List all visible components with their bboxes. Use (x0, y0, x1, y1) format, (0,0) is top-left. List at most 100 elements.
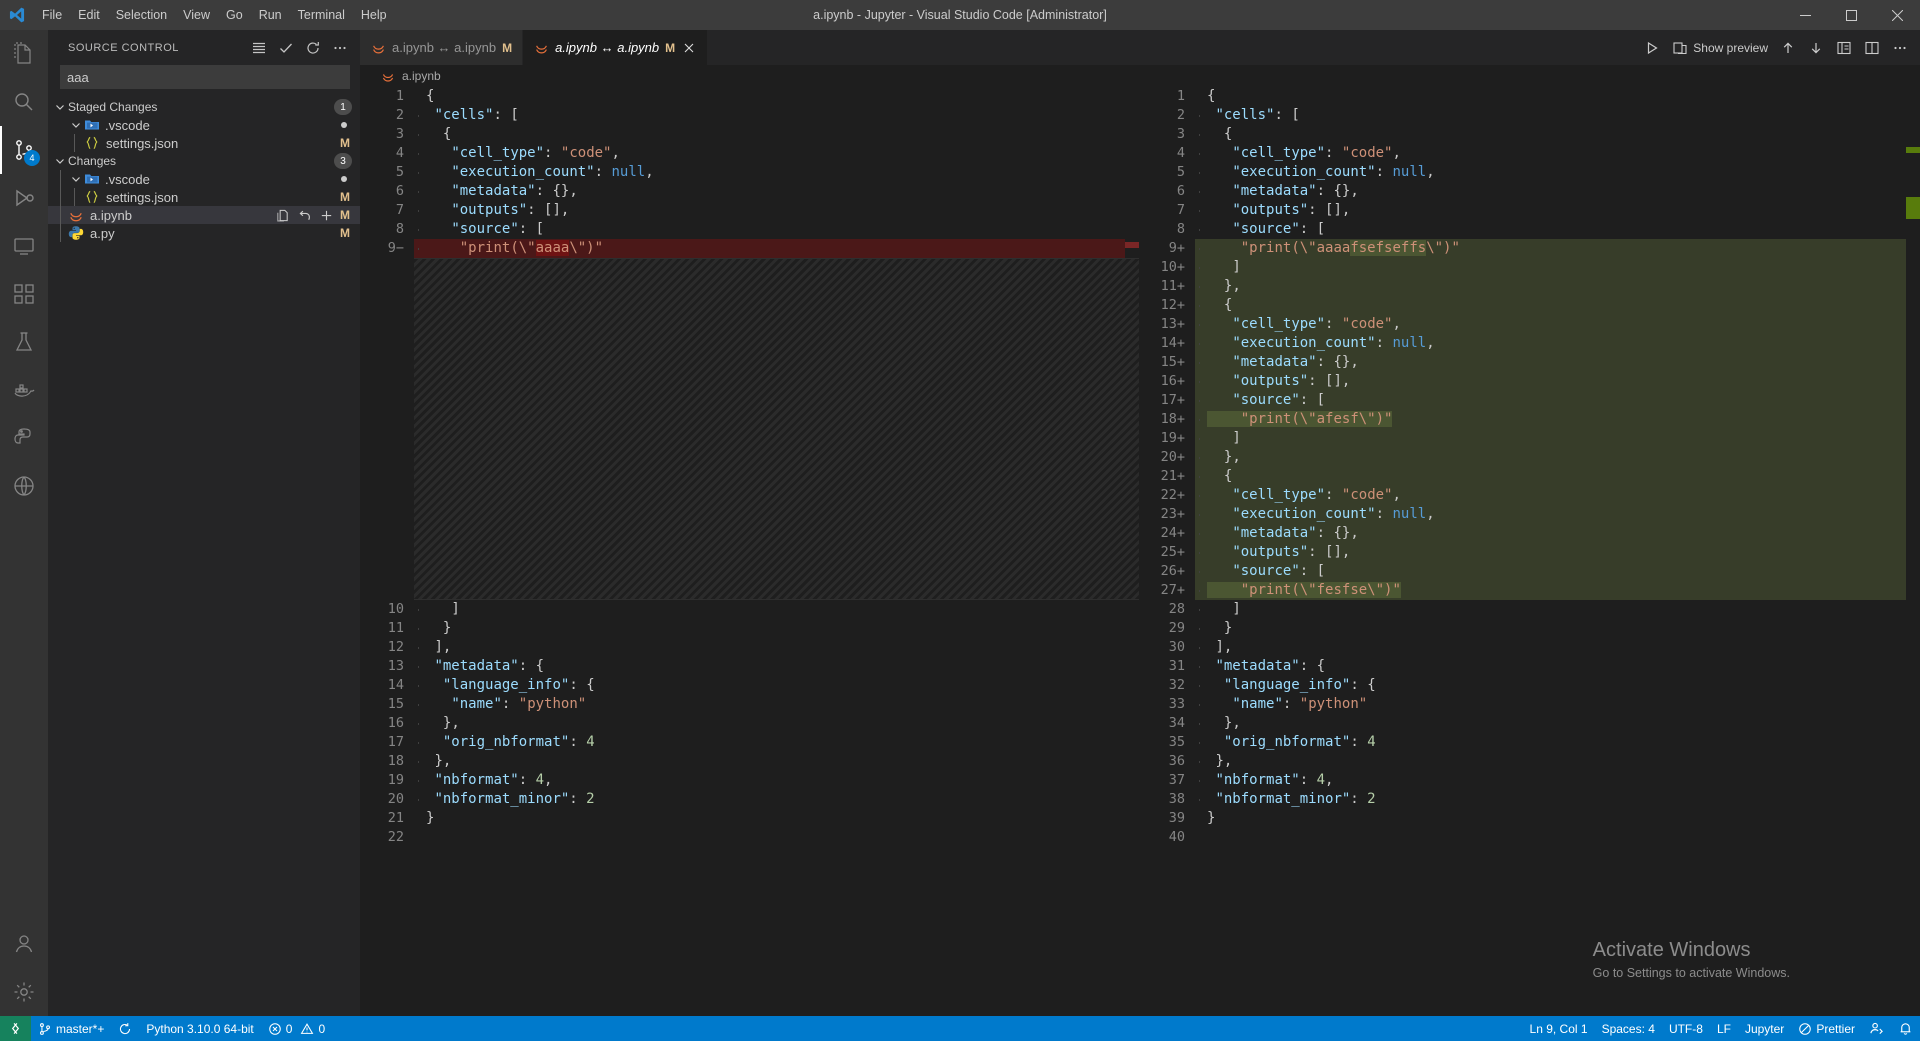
commit-check-icon[interactable] (278, 40, 294, 56)
code-line[interactable]: 9+ "print(\"aaaafsefseffs\")" (1141, 239, 1920, 258)
scm-file-a-ipynb[interactable]: a.ipynb M (48, 206, 360, 224)
code-line[interactable]: 3 { (1141, 125, 1920, 144)
code-line[interactable]: 21+ { (1141, 467, 1920, 486)
menu-edit[interactable]: Edit (70, 0, 108, 30)
commit-message-input[interactable] (60, 65, 350, 89)
code-line[interactable]: 23+ "execution_count": null, (1141, 505, 1920, 524)
scm-file-a-py[interactable]: a.py M (48, 224, 360, 242)
activity-item-run-and-debug[interactable] (0, 174, 48, 222)
scm-group-staged-changes[interactable]: Staged Changes 1 (48, 98, 360, 116)
code-line[interactable]: 4 "cell_type": "code", (1141, 144, 1920, 163)
maximize-icon[interactable] (1828, 0, 1874, 30)
code-line[interactable]: 6 "metadata": {}, (360, 182, 1139, 201)
menu-view[interactable]: View (175, 0, 218, 30)
activity-item-source-control[interactable]: 4 (0, 126, 48, 174)
code-line[interactable]: 22+ "cell_type": "code", (1141, 486, 1920, 505)
chevron-down-icon[interactable] (52, 101, 68, 113)
status-branch[interactable]: master*+ (31, 1016, 111, 1041)
code-line[interactable]: 26+ "source": [ (1141, 562, 1920, 581)
code-line[interactable]: 11+ }, (1141, 277, 1920, 296)
code-line[interactable]: 17+ "source": [ (1141, 391, 1920, 410)
code-line[interactable]: 22 (360, 828, 1139, 847)
remote-indicator[interactable] (0, 1016, 31, 1041)
stage-changes-plus-icon[interactable] (318, 207, 334, 223)
breadcrumb-file[interactable]: a.ipynb (402, 69, 441, 83)
status-prettier[interactable]: Prettier (1791, 1016, 1862, 1041)
more-actions-icon[interactable] (332, 40, 348, 56)
chevron-down-icon[interactable] (68, 173, 84, 185)
previous-change-arrow-up-icon[interactable] (1780, 40, 1796, 56)
status-encoding[interactable]: UTF-8 (1662, 1016, 1710, 1041)
scm-file-settings-json-changes[interactable]: settings.json M (48, 188, 360, 206)
status-notifications[interactable] (1891, 1016, 1920, 1041)
code-line[interactable]: 27+ "print(\"fesfse\")" (1141, 581, 1920, 600)
code-line[interactable]: 16 }, (360, 714, 1139, 733)
chevron-down-icon[interactable] (52, 155, 68, 167)
code-line[interactable]: 20+ }, (1141, 448, 1920, 467)
code-line[interactable]: 3 { (360, 125, 1139, 144)
status-remote-tunnel[interactable] (1862, 1016, 1891, 1041)
activity-item-docker[interactable] (0, 366, 48, 414)
tab-a-ipynb-diff-1[interactable]: a.ipynb ↔ a.ipynb M (360, 30, 524, 65)
diff-pane-original[interactable]: 1{2 "cells": [3 {4 "cell_type": "code", 5… (360, 87, 1139, 1016)
code-line[interactable]: 1{ (1141, 87, 1920, 106)
scm-folder-vscode-staged[interactable]: .vscode (48, 116, 360, 134)
menu-run[interactable]: Run (251, 0, 290, 30)
activity-item-explorer[interactable] (0, 30, 48, 78)
activity-item-azure[interactable] (0, 462, 48, 510)
activity-item-accounts[interactable] (0, 920, 48, 968)
activity-item-python[interactable] (0, 414, 48, 462)
scm-folder-vscode-changes[interactable]: .vscode (48, 170, 360, 188)
refresh-icon[interactable] (305, 40, 321, 56)
open-file-icon[interactable] (274, 207, 290, 223)
split-editor-icon[interactable] (1864, 40, 1880, 56)
activity-item-remote-explorer[interactable] (0, 222, 48, 270)
code-line[interactable]: 13+ "cell_type": "code", (1141, 315, 1920, 334)
code-line[interactable]: 37 "nbformat": 4, (1141, 771, 1920, 790)
code-line[interactable]: 29 } (1141, 619, 1920, 638)
activity-item-manage[interactable] (0, 968, 48, 1016)
code-line[interactable]: 8 "source": [ (1141, 220, 1920, 239)
code-line[interactable]: 20 "nbformat_minor": 2 (360, 790, 1139, 809)
more-actions-ellipsis-icon[interactable] (1892, 40, 1908, 56)
code-line[interactable]: 5 "execution_count": null, (1141, 163, 1920, 182)
toggle-inline-view-icon[interactable] (1836, 40, 1852, 56)
code-line[interactable]: 28 ] (1141, 600, 1920, 619)
close-icon[interactable] (681, 40, 697, 56)
status-problems[interactable]: 0 0 (261, 1016, 332, 1041)
status-cursor-position[interactable]: Ln 9, Col 1 (1523, 1016, 1595, 1041)
code-line[interactable]: 19+ ] (1141, 429, 1920, 448)
code-line[interactable]: 10+ ] (1141, 258, 1920, 277)
menu-selection[interactable]: Selection (108, 0, 175, 30)
code-line[interactable]: 2 "cells": [ (1141, 106, 1920, 125)
activity-item-testing[interactable] (0, 318, 48, 366)
code-line[interactable]: 12+ { (1141, 296, 1920, 315)
code-line[interactable]: 10 ] (360, 600, 1139, 619)
scm-group-changes[interactable]: Changes 3 (48, 152, 360, 170)
code-line[interactable]: 9− "print(\"aaaa\")" (360, 239, 1139, 258)
close-icon[interactable] (1874, 0, 1920, 30)
code-line[interactable]: 16+ "outputs": [], (1141, 372, 1920, 391)
run-cell-play-icon[interactable] (1644, 40, 1660, 56)
code-line[interactable]: 15 "name": "python" (360, 695, 1139, 714)
code-line[interactable]: 31 "metadata": { (1141, 657, 1920, 676)
code-line[interactable]: 7 "outputs": [], (360, 201, 1139, 220)
code-line[interactable]: 13 "metadata": { (360, 657, 1139, 676)
show-preview-button[interactable]: Show preview (1672, 40, 1768, 56)
code-line[interactable]: 24+ "metadata": {}, (1141, 524, 1920, 543)
code-line[interactable]: 1{ (360, 87, 1139, 106)
status-eol[interactable]: LF (1710, 1016, 1738, 1041)
menu-help[interactable]: Help (353, 0, 395, 30)
status-language-mode[interactable]: Jupyter (1738, 1016, 1791, 1041)
code-line[interactable]: 7 "outputs": [], (1141, 201, 1920, 220)
code-line[interactable]: 40 (1141, 828, 1920, 847)
breadcrumb[interactable]: a.ipynb (360, 65, 1920, 87)
code-line[interactable]: 8 "source": [ (360, 220, 1139, 239)
code-line[interactable]: 4 "cell_type": "code", (360, 144, 1139, 163)
code-line[interactable]: 18+ "print(\"afesf\")" (1141, 410, 1920, 429)
status-python-interpreter[interactable]: Python 3.10.0 64-bit (139, 1016, 260, 1041)
minimize-icon[interactable] (1782, 0, 1828, 30)
code-line[interactable]: 14 "language_info": { (360, 676, 1139, 695)
code-line[interactable]: 12 ], (360, 638, 1139, 657)
code-line[interactable]: 6 "metadata": {}, (1141, 182, 1920, 201)
